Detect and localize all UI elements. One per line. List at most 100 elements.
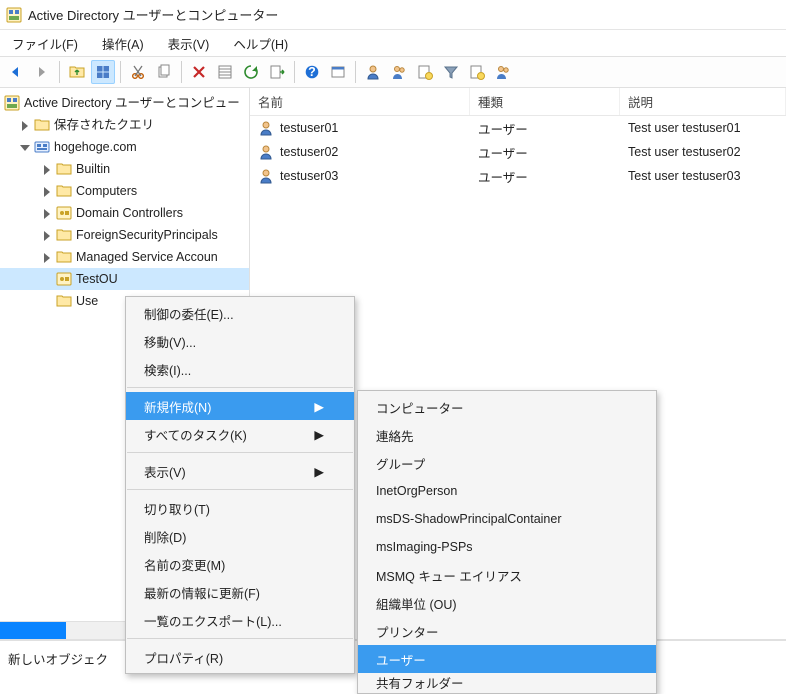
ctx-view[interactable]: 表示(V)▶ bbox=[126, 457, 354, 485]
toolbar-separator bbox=[355, 61, 356, 83]
folder-icon bbox=[56, 249, 72, 265]
toolbar-cut-button[interactable] bbox=[126, 60, 150, 84]
col-desc[interactable]: 説明 bbox=[620, 88, 786, 115]
ctx-new[interactable]: 新規作成(N)▶ bbox=[126, 392, 354, 420]
toolbar-new-group-button[interactable] bbox=[387, 60, 411, 84]
cell-desc: Test user testuser02 bbox=[620, 145, 786, 159]
ctx-delegate-control[interactable]: 制御の委任(E)... bbox=[126, 299, 354, 327]
toolbar-separator bbox=[181, 61, 182, 83]
tree-builtin[interactable]: Builtin bbox=[0, 158, 249, 180]
toolbar-copy-button[interactable] bbox=[152, 60, 176, 84]
col-type[interactable]: 種類 bbox=[470, 88, 620, 115]
ctx-new-contact[interactable]: 連絡先 bbox=[358, 421, 656, 449]
menu-view[interactable]: 表示(V) bbox=[158, 31, 220, 56]
toolbar-filter-button[interactable] bbox=[439, 60, 463, 84]
ctx-new-printer[interactable]: プリンター bbox=[358, 617, 656, 645]
tree-domain-label: hogehoge.com bbox=[54, 136, 137, 158]
ctx-new-inetorgperson[interactable]: InetOrgPerson bbox=[358, 477, 656, 505]
ctx-export-list[interactable]: 一覧のエクスポート(L)... bbox=[126, 606, 354, 634]
caret-right-icon[interactable] bbox=[40, 163, 52, 175]
tree-testou-label: TestOU bbox=[76, 268, 118, 290]
cell-type: ユーザー bbox=[470, 119, 620, 138]
ctx-new-group[interactable]: グループ bbox=[358, 449, 656, 477]
caret-right-icon[interactable] bbox=[18, 119, 30, 131]
ctx-refresh[interactable]: 最新の情報に更新(F) bbox=[126, 578, 354, 606]
toolbar-export-button[interactable] bbox=[265, 60, 289, 84]
list-row[interactable]: testuser02 ユーザー Test user testuser02 bbox=[250, 140, 786, 164]
toolbar-new-user-button[interactable] bbox=[361, 60, 385, 84]
menu-action[interactable]: 操作(A) bbox=[92, 31, 154, 56]
tree-domain[interactable]: hogehoge.com bbox=[0, 136, 249, 158]
toolbar-separator bbox=[120, 61, 121, 83]
ctx-separator bbox=[127, 452, 353, 453]
ctx-new-user[interactable]: ユーザー bbox=[358, 645, 656, 673]
ctx-find[interactable]: 検索(I)... bbox=[126, 355, 354, 383]
tree-saved-queries[interactable]: 保存されたクエリ bbox=[0, 114, 249, 136]
ctx-new-ou[interactable]: 組織単位 (OU) bbox=[358, 589, 656, 617]
toolbar-add-members-button[interactable] bbox=[491, 60, 515, 84]
cell-name: testuser01 bbox=[280, 121, 338, 135]
list-row[interactable]: testuser03 ユーザー Test user testuser03 bbox=[250, 164, 786, 188]
tree-dc-label: Domain Controllers bbox=[76, 202, 183, 224]
caret-right-icon[interactable] bbox=[40, 229, 52, 241]
domain-icon bbox=[34, 139, 50, 155]
ctx-rename[interactable]: 名前の変更(M) bbox=[126, 550, 354, 578]
caret-down-icon[interactable] bbox=[18, 141, 30, 153]
cell-desc: Test user testuser03 bbox=[620, 169, 786, 183]
cell-name: testuser03 bbox=[280, 169, 338, 183]
ctx-delete[interactable]: 削除(D) bbox=[126, 522, 354, 550]
folder-icon bbox=[56, 161, 72, 177]
ctx-cut[interactable]: 切り取り(T) bbox=[126, 494, 354, 522]
ctx-properties[interactable]: プロパティ(R) bbox=[126, 643, 354, 671]
ctx-new-msimaging[interactable]: msImaging-PSPs bbox=[358, 533, 656, 561]
ctx-separator bbox=[127, 638, 353, 639]
tree-root-label: Active Directory ユーザーとコンピュー bbox=[24, 92, 240, 114]
tree-fsp[interactable]: ForeignSecurityPrincipals bbox=[0, 224, 249, 246]
toolbar-window-button[interactable] bbox=[326, 60, 350, 84]
ctx-all-tasks[interactable]: すべてのタスク(K)▶ bbox=[126, 420, 354, 448]
toolbar-find-button[interactable] bbox=[465, 60, 489, 84]
list-row[interactable]: testuser01 ユーザー Test user testuser01 bbox=[250, 116, 786, 140]
toolbar bbox=[0, 56, 786, 88]
toolbar-delete-button[interactable] bbox=[187, 60, 211, 84]
submenu-arrow-icon: ▶ bbox=[274, 399, 324, 414]
toolbar-forward-button[interactable] bbox=[30, 60, 54, 84]
menu-help[interactable]: ヘルプ(H) bbox=[223, 31, 298, 56]
scroll-thumb[interactable] bbox=[0, 622, 66, 639]
caret-right-icon[interactable] bbox=[40, 251, 52, 263]
tree-saved-queries-label: 保存されたクエリ bbox=[54, 114, 154, 136]
toolbar-new-ou-button[interactable] bbox=[413, 60, 437, 84]
caret-right-icon[interactable] bbox=[40, 207, 52, 219]
tree-msa[interactable]: Managed Service Accoun bbox=[0, 246, 249, 268]
tree-testou[interactable]: TestOU bbox=[0, 268, 249, 290]
user-icon bbox=[258, 168, 274, 184]
submenu-arrow-icon: ▶ bbox=[274, 464, 324, 479]
tree-root[interactable]: Active Directory ユーザーとコンピュー bbox=[0, 92, 249, 114]
toolbar-properties-button[interactable] bbox=[213, 60, 237, 84]
tree-domain-controllers[interactable]: Domain Controllers bbox=[0, 202, 249, 224]
toolbar-back-button[interactable] bbox=[4, 60, 28, 84]
tree[interactable]: Active Directory ユーザーとコンピュー 保存されたクエリ hog… bbox=[0, 92, 249, 312]
menu-file[interactable]: ファイル(F) bbox=[2, 31, 88, 56]
toolbar-help-button[interactable] bbox=[300, 60, 324, 84]
ctx-new-msds[interactable]: msDS-ShadowPrincipalContainer bbox=[358, 505, 656, 533]
folder-icon bbox=[56, 227, 72, 243]
toolbar-refresh-button[interactable] bbox=[239, 60, 263, 84]
ctx-new-msmq[interactable]: MSMQ キュー エイリアス bbox=[358, 561, 656, 589]
toolbar-separator bbox=[59, 61, 60, 83]
ctx-move[interactable]: 移動(V)... bbox=[126, 327, 354, 355]
cell-desc: Test user testuser01 bbox=[620, 121, 786, 135]
tree-computers[interactable]: Computers bbox=[0, 180, 249, 202]
tree-msa-label: Managed Service Accoun bbox=[76, 246, 218, 268]
window-title: Active Directory ユーザーとコンピューター bbox=[28, 5, 278, 24]
ctx-new-computer[interactable]: コンピューター bbox=[358, 393, 656, 421]
caret-right-icon[interactable] bbox=[40, 185, 52, 197]
toolbar-up-button[interactable] bbox=[65, 60, 89, 84]
toolbar-show-tree-button[interactable] bbox=[91, 60, 115, 84]
menubar: ファイル(F) 操作(A) 表示(V) ヘルプ(H) bbox=[0, 30, 786, 56]
ctx-separator bbox=[127, 489, 353, 490]
list-header[interactable]: 名前 種類 説明 bbox=[250, 88, 786, 116]
submenu-arrow-icon: ▶ bbox=[274, 427, 324, 442]
folder-icon bbox=[34, 117, 50, 133]
col-name[interactable]: 名前 bbox=[250, 88, 470, 115]
